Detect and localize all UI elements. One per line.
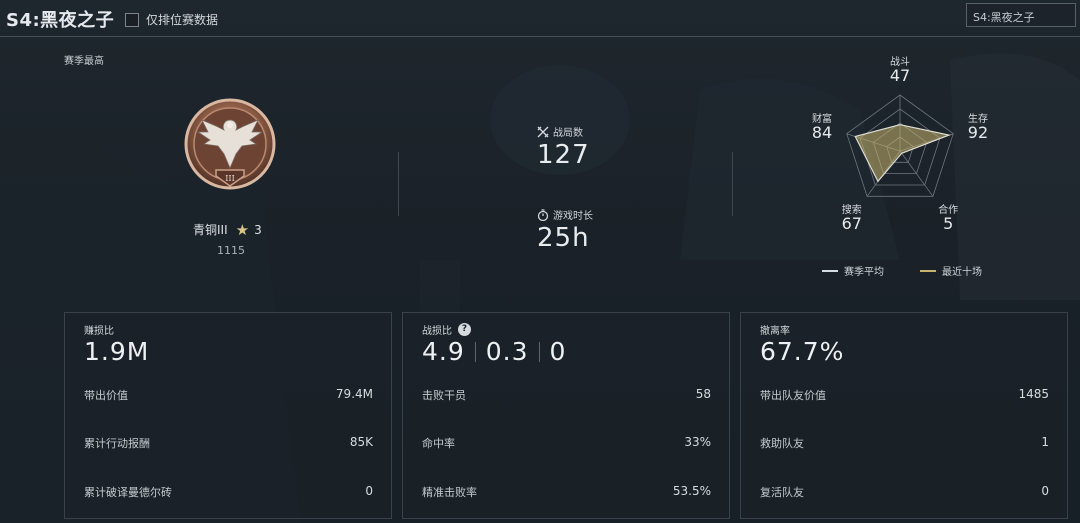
crossed-swords-icon: [537, 126, 549, 137]
separator: [474, 341, 476, 362]
playtime-label: 游戏时长: [553, 211, 593, 222]
season-best-label: 赛季最高: [64, 56, 104, 67]
matches-stat: 战局数 127: [537, 124, 590, 170]
profit-value: 1.9M: [84, 337, 150, 366]
card-row: 救助队友 1: [760, 435, 1049, 451]
card-row: 累计破译曼德尔砖 0: [84, 484, 373, 500]
rank-stars: 3: [254, 222, 262, 237]
legend-season-avg: 赛季平均: [822, 263, 884, 278]
radar-axis-value: 67: [841, 214, 862, 234]
legend-season-avg-label: 赛季平均: [844, 267, 884, 278]
row-value: 33%: [684, 435, 711, 449]
row-value: 1485: [1018, 387, 1049, 401]
row-label: 命中率: [422, 437, 455, 450]
help-icon[interactable]: ?: [458, 323, 471, 336]
row-label: 救助队友: [760, 437, 804, 450]
row-label: 累计行动报酬: [84, 437, 150, 450]
combat-title: 战损比: [422, 326, 452, 337]
legend-recent-ten: 最近十场: [920, 263, 982, 278]
radar-axis-value: 5: [943, 214, 954, 234]
svg-text:III: III: [225, 174, 234, 183]
ranked-only-checkbox[interactable]: [125, 12, 139, 27]
matches-value: 127: [537, 140, 590, 170]
card-row: 命中率 33%: [422, 435, 711, 451]
row-value: 58: [695, 387, 711, 401]
rank-row: 青铜III ★ 3: [193, 221, 262, 238]
stopwatch-icon: [537, 208, 549, 221]
row-value: 85K: [349, 435, 373, 449]
combat-values: 4.9 0.3 0: [422, 337, 566, 366]
rank-points: 1115: [217, 244, 245, 257]
kd-value: 4.9: [422, 337, 465, 366]
row-label: 带出队友价值: [760, 389, 826, 402]
radar-axis-value: 84: [811, 122, 833, 142]
legend-recent-ten-label: 最近十场: [942, 267, 982, 278]
rank-name: 青铜III: [193, 223, 228, 237]
extract-value: 67.7%: [760, 337, 845, 366]
playtime-stat: 游戏时长 25h: [537, 207, 593, 253]
top-bar: S4:黑夜之子 仅排位赛数据 S4:黑夜之子: [0, 0, 1080, 37]
divider-right: [732, 152, 733, 216]
row-value: 79.4M: [335, 387, 373, 401]
ranked-only-toggle[interactable]: 仅排位赛数据: [125, 11, 218, 28]
combat-title-row: 战损比 ?: [422, 322, 471, 337]
matches-label: 战局数: [553, 128, 583, 139]
playtime-value: 25h: [537, 223, 590, 253]
divider-left: [398, 152, 399, 216]
radar-axis-value: 92: [967, 122, 989, 142]
season-select[interactable]: S4:黑夜之子: [966, 3, 1076, 27]
card-row: 精准击败率 53.5%: [422, 484, 711, 500]
ranked-only-label: 仅排位赛数据: [146, 13, 219, 27]
extract-card: 撤离率 67.7% 带出队友价值 1485 救助队友 1 复活队友 0: [740, 312, 1068, 519]
kd-value-3: 0: [549, 337, 567, 366]
card-row: 击败干员 58: [422, 387, 711, 403]
season-title: S4:黑夜之子: [6, 10, 115, 31]
row-label: 带出价值: [84, 389, 128, 402]
separator: [538, 341, 540, 362]
row-label: 精准击败率: [422, 486, 477, 499]
row-value: 0: [365, 484, 373, 498]
row-label: 复活队友: [760, 486, 804, 499]
row-value: 53.5%: [672, 484, 711, 498]
extract-title: 撤离率: [760, 326, 790, 337]
combat-card: 战损比 ? 4.9 0.3 0 击败干员 58 命中率 33% 精准击败率 53…: [402, 312, 730, 519]
kd-value-2: 0.3: [485, 337, 529, 366]
bronze-eagle-emblem-icon: III: [184, 98, 276, 190]
row-label: 击败干员: [422, 389, 466, 402]
radar-axis-value: 47: [889, 66, 911, 85]
star-icon: ★: [235, 220, 250, 239]
card-row: 带出价值 79.4M: [84, 387, 373, 403]
card-row: 带出队友价值 1485: [760, 387, 1049, 403]
card-row: 复活队友 0: [760, 484, 1049, 500]
legend-line-recent-ten: [920, 269, 936, 272]
row-value: 0: [1041, 484, 1049, 498]
row-value: 1: [1041, 435, 1049, 449]
row-label: 累计破译曼德尔砖: [84, 486, 172, 499]
profit-title: 赚损比: [84, 326, 114, 337]
legend-line-season-avg: [822, 269, 838, 272]
card-row: 累计行动报酬 85K: [84, 435, 373, 451]
profit-card: 赚损比 1.9M 带出价值 79.4M 累计行动报酬 85K 累计破译曼德尔砖 …: [64, 312, 392, 519]
